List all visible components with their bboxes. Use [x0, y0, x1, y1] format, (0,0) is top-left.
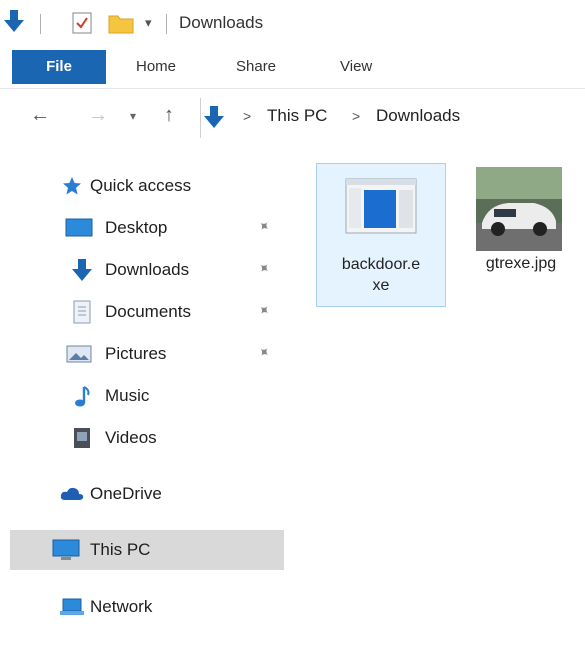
nav-item-quick-access[interactable]: Quick access	[10, 166, 284, 206]
pin-icon: ✦	[254, 300, 274, 321]
network-icon	[58, 587, 86, 627]
nav-item-network[interactable]: Network	[10, 587, 284, 627]
breadcrumb-separator[interactable]: >	[352, 108, 360, 124]
nav-item-onedrive[interactable]: OneDrive	[10, 474, 284, 514]
computer-icon	[52, 530, 80, 570]
star-icon	[60, 166, 84, 206]
cloud-icon	[58, 474, 86, 514]
desktop-icon	[65, 208, 93, 248]
pin-icon: ✦	[254, 216, 274, 237]
nav-item-label: Quick access	[90, 176, 192, 195]
file-name: gtrexe.jpg	[485, 255, 557, 272]
nav-item-music[interactable]: Music	[10, 376, 284, 416]
application-icon	[345, 178, 417, 239]
nav-item-label: Videos	[105, 428, 157, 447]
tab-view[interactable]: View	[340, 50, 372, 84]
back-arrow-icon[interactable]: ←	[30, 104, 50, 127]
pictures-icon	[65, 334, 93, 374]
nav-item-label: OneDrive	[90, 484, 162, 503]
forward-arrow-icon[interactable]: →	[88, 104, 108, 127]
nav-item-label: Documents	[105, 302, 191, 321]
nav-item-this-pc[interactable]: This PC	[10, 530, 284, 570]
up-arrow-icon[interactable]: ↑	[164, 104, 174, 127]
tab-file[interactable]: File	[12, 50, 106, 84]
tab-home[interactable]: Home	[136, 50, 176, 84]
nav-item-label: Desktop	[105, 218, 168, 237]
nav-item-label: Pictures	[105, 344, 167, 363]
download-arrow-icon	[68, 250, 96, 290]
nav-item-videos[interactable]: Videos	[10, 418, 284, 458]
customize-toolbar-icon[interactable]: ▾	[145, 15, 152, 31]
file-name-continued: xe	[372, 277, 390, 294]
file-name: backdoor.e	[341, 256, 421, 273]
documents-icon	[68, 292, 96, 332]
nav-item-documents[interactable]: Documents ✦	[10, 292, 284, 332]
download-arrow-icon[interactable]	[4, 8, 24, 39]
nav-item-desktop[interactable]: Desktop ✦	[10, 208, 284, 248]
new-folder-icon[interactable]	[108, 12, 134, 39]
image-thumbnail	[476, 167, 562, 256]
pin-icon: ✦	[254, 258, 274, 279]
videos-icon	[68, 418, 96, 458]
file-item-backdoor[interactable]: backdoor.e xe	[316, 163, 446, 307]
breadcrumb-downloads[interactable]: Downloads	[376, 106, 460, 126]
properties-icon[interactable]	[72, 12, 92, 39]
recent-locations-chevron-icon[interactable]: ▾	[130, 109, 136, 123]
nav-item-pictures[interactable]: Pictures ✦	[10, 334, 284, 374]
breadcrumb-this-pc[interactable]: This PC	[267, 106, 327, 126]
nav-item-downloads[interactable]: Downloads ✦	[10, 250, 284, 290]
pin-icon: ✦	[254, 342, 274, 363]
nav-item-label: Music	[105, 386, 150, 405]
nav-item-label: Downloads	[105, 260, 190, 279]
file-item-gtrexe[interactable]: gtrexe.jpg	[466, 163, 576, 305]
window-title: Downloads	[179, 13, 264, 32]
toolbar-separator	[166, 14, 167, 34]
download-arrow-icon	[204, 104, 224, 135]
music-icon	[68, 376, 96, 416]
nav-item-label: Network	[90, 597, 153, 616]
nav-item-label: This PC	[90, 540, 151, 559]
toolbar-separator	[40, 14, 41, 34]
tab-share[interactable]: Share	[236, 50, 276, 84]
breadcrumb-separator[interactable]: >	[243, 108, 251, 124]
